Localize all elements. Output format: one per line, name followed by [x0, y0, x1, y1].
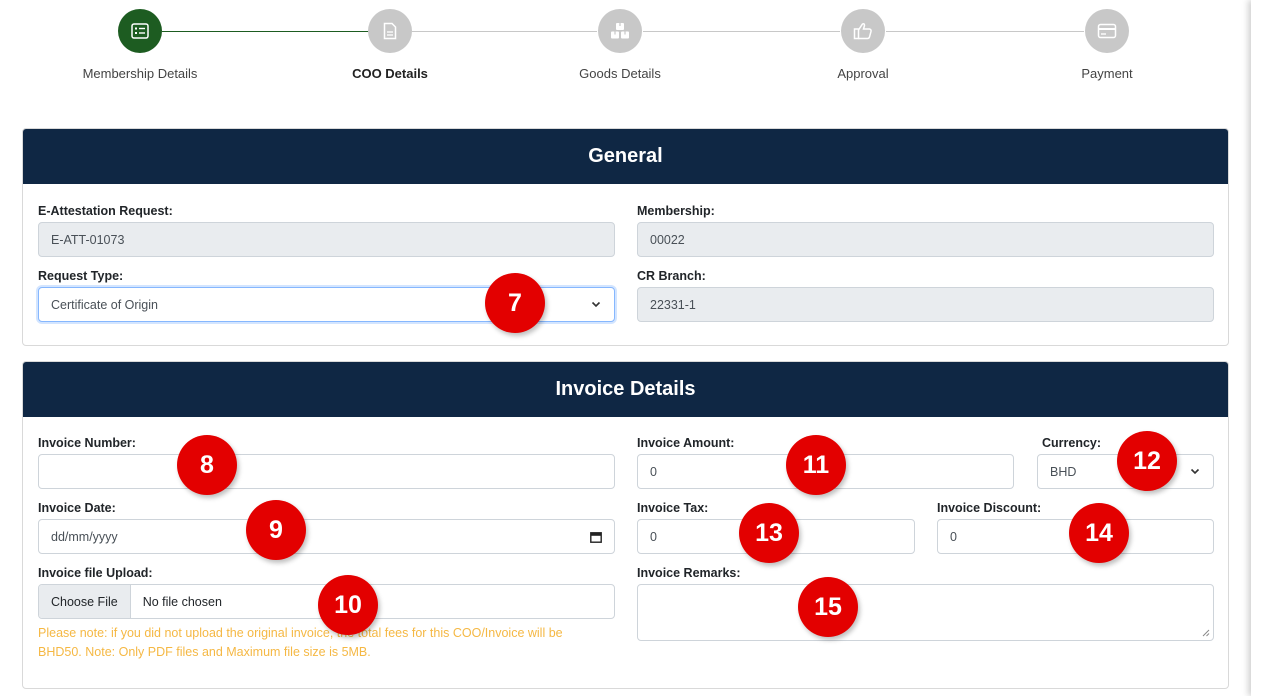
invoice-upload-label: Invoice file Upload: [38, 566, 153, 580]
step-coo-details[interactable]: COO Details [300, 9, 480, 81]
step-label: Goods Details [579, 66, 661, 81]
invoice-amount-value: 0 [650, 464, 657, 479]
resize-handle-icon[interactable] [1202, 629, 1210, 637]
step-label: Approval [837, 66, 889, 81]
page-scroll-edge [1251, 0, 1273, 696]
cr-branch-label: CR Branch: [637, 269, 706, 283]
no-file-text: No file chosen [142, 594, 222, 609]
step-label: Membership Details [82, 66, 198, 81]
callout-badge-7: 7 [485, 273, 545, 333]
request-type-label: Request Type: [38, 269, 124, 283]
chevron-down-icon [1190, 468, 1200, 475]
step-approval[interactable]: Approval [773, 9, 953, 81]
invoice-amount-label: Invoice Amount: [637, 436, 735, 450]
callout-badge-9: 9 [246, 500, 306, 560]
credit-card-icon [1085, 9, 1129, 53]
invoice-remarks-textarea[interactable] [637, 584, 1214, 641]
invoice-header: Invoice Details [23, 362, 1228, 417]
cr-branch-value: 22331-1 [650, 297, 696, 312]
membership-label: Membership: [637, 204, 715, 218]
boxes-icon [598, 9, 642, 53]
invoice-number-input[interactable] [38, 454, 615, 489]
invoice-date-label: Invoice Date: [38, 501, 116, 515]
cr-branch-field: 22331-1 [637, 287, 1214, 322]
choose-file-button[interactable]: Choose File [39, 585, 131, 618]
invoice-tax-label: Invoice Tax: [637, 501, 709, 515]
invoice-discount-label: Invoice Discount: [937, 501, 1042, 515]
step-membership-details[interactable]: Membership Details [50, 9, 230, 81]
invoice-number-label: Invoice Number: [38, 436, 136, 450]
request-type-value: Certificate of Origin [51, 297, 158, 312]
invoice-panel: Invoice Details Invoice Number: Invoice … [22, 361, 1229, 689]
callout-badge-8: 8 [177, 435, 237, 495]
e-attestation-label: E-Attestation Request: [38, 204, 173, 218]
currency-label: Currency: [1042, 436, 1102, 450]
document-icon [368, 9, 412, 53]
invoice-date-placeholder: dd/mm/yyyy [51, 529, 118, 544]
invoice-date-input[interactable]: dd/mm/yyyy [38, 519, 615, 554]
membership-field: 00022 [637, 222, 1214, 257]
id-card-icon [118, 9, 162, 53]
progress-stepper: Membership Details COO Details Goods Det… [0, 0, 1250, 95]
upload-note: Please note: if you did not upload the o… [38, 626, 563, 659]
callout-badge-13: 13 [739, 503, 799, 563]
step-goods-details[interactable]: Goods Details [530, 9, 710, 81]
e-attestation-field: E-ATT-01073 [38, 222, 615, 257]
thumbs-up-icon [841, 9, 885, 53]
invoice-discount-value: 0 [950, 529, 957, 544]
callout-badge-10: 10 [318, 575, 378, 635]
calendar-icon[interactable] [590, 531, 602, 543]
callout-badge-11: 11 [786, 435, 846, 495]
membership-value: 00022 [650, 232, 685, 247]
step-label: Payment [1081, 66, 1133, 81]
e-attestation-value: E-ATT-01073 [51, 232, 125, 247]
chevron-down-icon [591, 301, 601, 308]
invoice-remarks-label: Invoice Remarks: [637, 566, 741, 580]
callout-badge-15: 15 [798, 577, 858, 637]
step-label: COO Details [352, 66, 428, 81]
invoice-tax-value: 0 [650, 529, 657, 544]
callout-badge-12: 12 [1117, 431, 1177, 491]
step-payment[interactable]: Payment [1017, 9, 1197, 81]
currency-value: BHD [1050, 464, 1077, 479]
general-panel: General E-Attestation Request: E-ATT-010… [22, 128, 1229, 346]
general-header: General [23, 129, 1228, 184]
callout-badge-14: 14 [1069, 503, 1129, 563]
